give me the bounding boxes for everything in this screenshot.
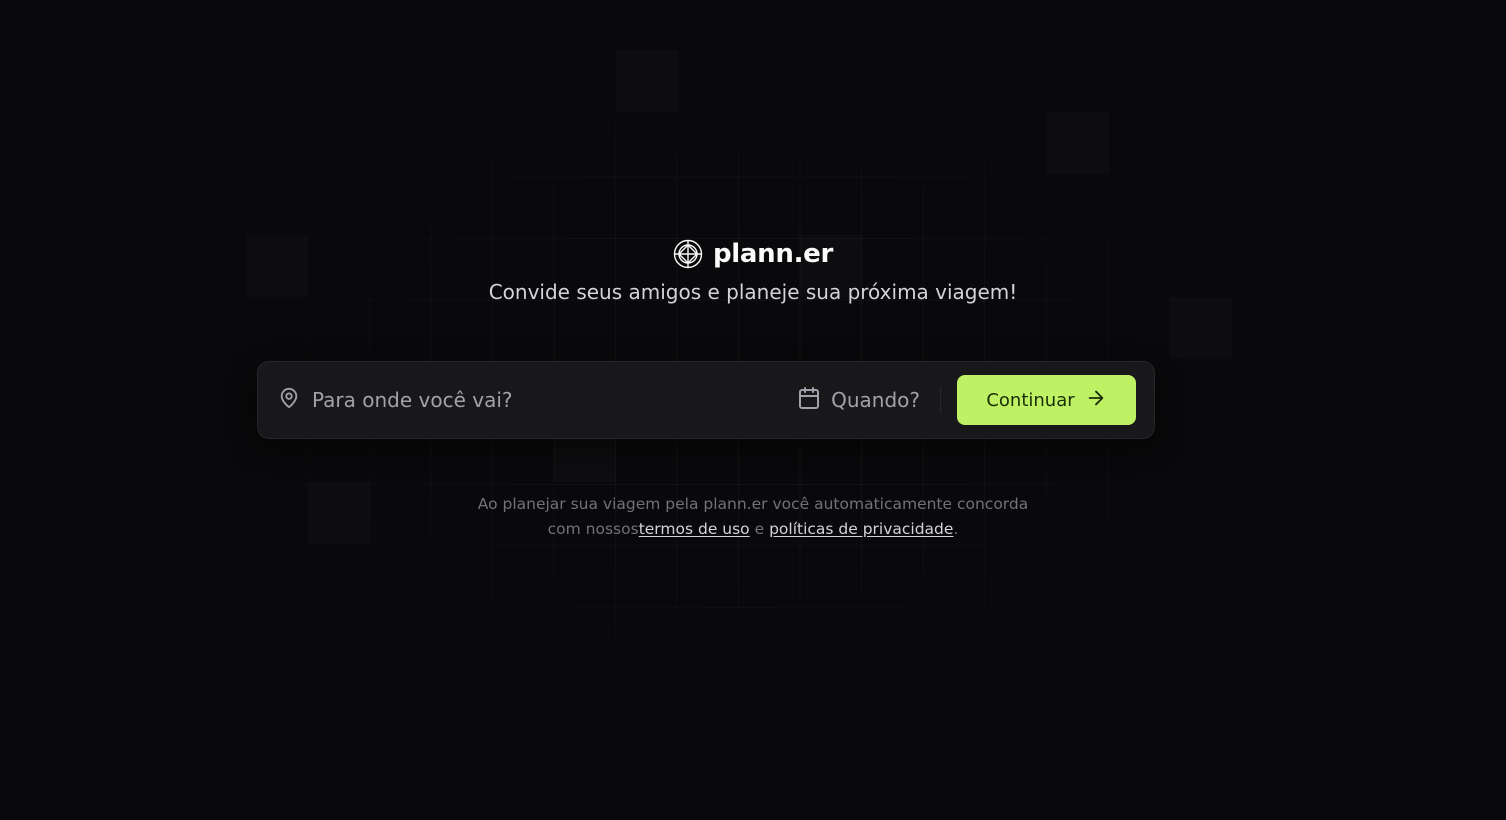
globe-icon [673,239,703,269]
date-picker-label: Quando? [831,388,920,412]
map-pin-icon [278,387,300,413]
background-tile [1170,297,1232,359]
page: plann.er Convide seus amigos e planeje s… [0,0,1506,820]
tagline: Convide seus amigos e planeje sua próxim… [488,280,1018,304]
legal-line-1: Ao planejar sua viagem pela plann.er voc… [477,495,1029,513]
destination-input[interactable] [312,388,732,412]
calendar-icon [797,386,821,414]
legal-line-2: com nossostermos de uso e políticas de p… [0,517,1506,542]
background-tile [616,50,678,112]
continue-label: Continuar [986,389,1075,411]
trip-search-bar: Quando? Continuar [257,361,1155,439]
brand: plann.er [0,236,1506,272]
privacy-policy-link[interactable]: políticas de privacidade [769,520,953,538]
arrow-right-icon [1085,387,1107,414]
legal-conjunction: e [749,520,770,538]
legal-notice: Ao planejar sua viagem pela plann.er voc… [0,492,1506,542]
continue-button[interactable]: Continuar [957,375,1136,425]
brand-name: plann.er [712,239,834,269]
date-picker[interactable]: Quando? [797,386,920,414]
hero-header: plann.er Convide seus amigos e planeje s… [0,236,1506,304]
legal-prefix: com nossos [547,520,639,538]
background-tile [1047,112,1109,174]
destination-field[interactable] [278,387,797,413]
divider [940,387,941,413]
legal-suffix: . [953,520,959,538]
terms-of-use-link[interactable]: termos de uso [639,520,750,538]
